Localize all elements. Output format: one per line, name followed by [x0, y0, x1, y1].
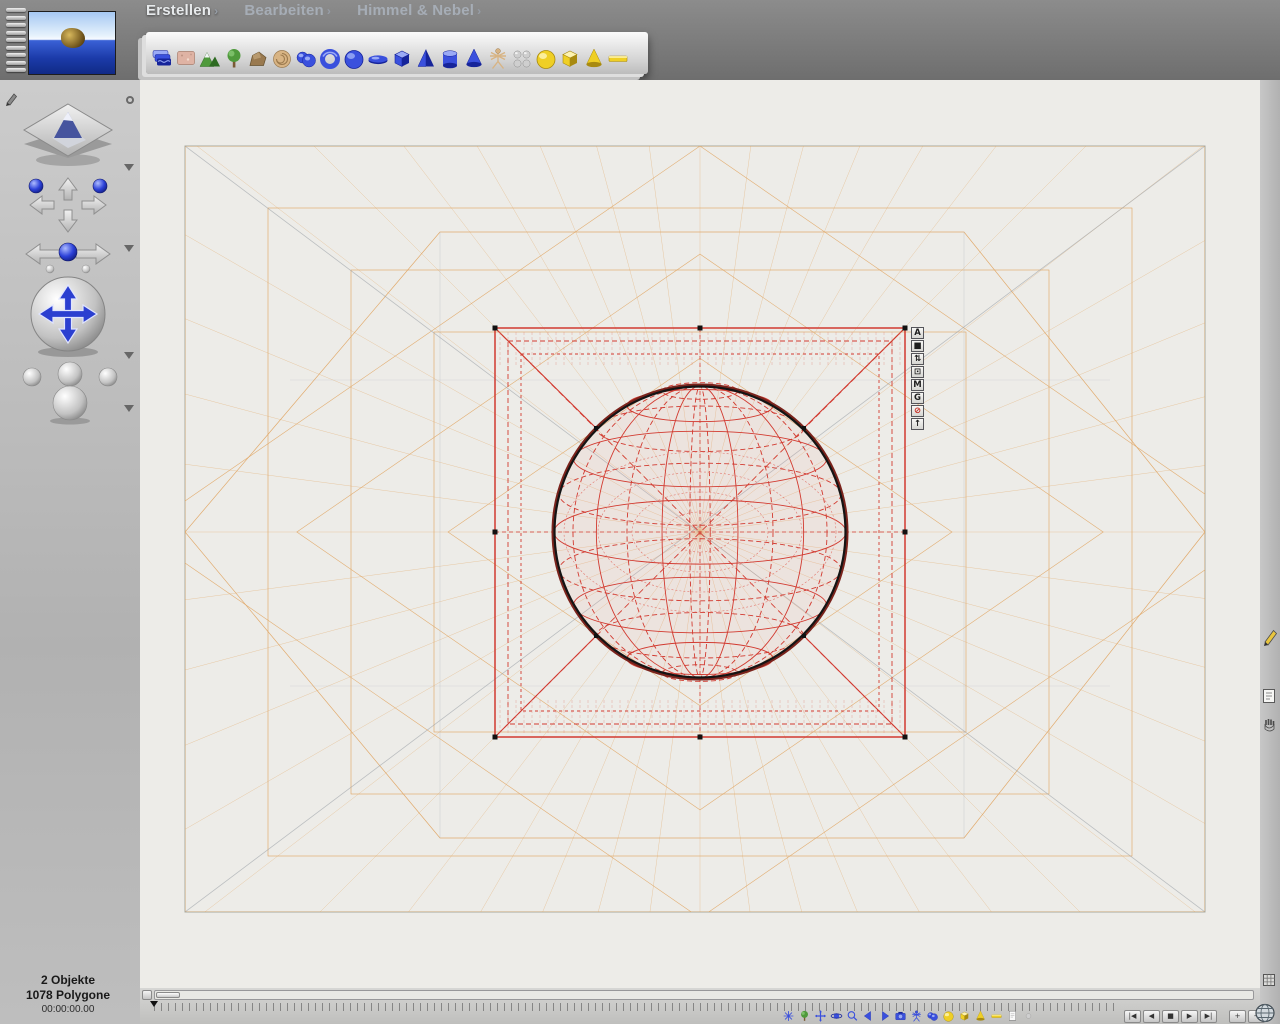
terrain-control[interactable] [22, 96, 114, 168]
camera-zoom-icon[interactable] [846, 1009, 859, 1023]
terrain-icon[interactable] [198, 45, 222, 72]
nano-preview-icon[interactable] [782, 1009, 795, 1023]
first-frame-button[interactable]: |◀ [1124, 1010, 1141, 1023]
flat-light-icon[interactable] [990, 1009, 1003, 1023]
menu-arrow-icon: › [214, 4, 219, 18]
left-sidebar: 2 Objekte 1078 Polygone 00:00:00.00 [0, 80, 140, 1024]
camera-orbit-icon[interactable] [830, 1009, 843, 1023]
view-toggle-dot[interactable] [126, 96, 134, 104]
light-cluster-icon[interactable] [510, 45, 534, 72]
edit-pencil-icon[interactable] [1262, 628, 1278, 646]
menu-erstellen[interactable]: Erstellen › [146, 2, 218, 19]
camera-icon[interactable] [894, 1009, 907, 1023]
scene-preview[interactable] [28, 11, 116, 75]
metaball-mode-icon[interactable] [926, 1009, 939, 1023]
chevron-down-icon[interactable] [124, 352, 134, 359]
menu-bearbeiten[interactable]: Bearbeiten › [244, 2, 331, 19]
pan-hand-icon[interactable] [1262, 716, 1277, 732]
viewport[interactable] [140, 80, 1260, 988]
edit-mode-icon[interactable] [5, 92, 18, 106]
sphere-size-control[interactable] [10, 361, 130, 425]
render-preview-icon[interactable] [1006, 1009, 1019, 1023]
sphere-icon[interactable] [342, 45, 366, 72]
menu-arrow-icon: › [326, 4, 332, 18]
pyramid-icon[interactable] [414, 45, 438, 72]
cube-light-icon[interactable] [958, 1009, 971, 1023]
menu-label: Bearbeiten [244, 2, 324, 19]
previous-frame-button[interactable]: ◀ [1143, 1010, 1160, 1023]
menu-arrow-icon: › [477, 4, 482, 18]
globe-icon[interactable] [1254, 1003, 1276, 1023]
stone-icon[interactable] [174, 45, 198, 72]
stop-button[interactable]: ■ [1162, 1010, 1179, 1023]
cube-icon[interactable] [390, 45, 414, 72]
add-keyframe-button[interactable]: + [1229, 1010, 1246, 1023]
torus-icon[interactable] [318, 45, 342, 72]
origin-button[interactable]: ⊡ [911, 366, 924, 378]
water-icon[interactable] [150, 45, 174, 72]
chevron-down-icon[interactable] [124, 164, 134, 171]
object-control-palette: A ■ ⇅ ⊡ M G ⊘ ↑ [911, 327, 926, 430]
figure-icon[interactable] [486, 45, 510, 72]
parent-button[interactable]: ↑ [911, 418, 924, 430]
polygon-count: 1078 Polygone [25, 988, 111, 1002]
scroll-nub[interactable] [142, 990, 152, 1000]
shell-icon[interactable] [270, 45, 294, 72]
chevron-down-icon[interactable] [124, 405, 134, 412]
pan-arrows-control[interactable] [22, 232, 114, 276]
tree-icon[interactable] [222, 45, 246, 72]
cylinder-icon[interactable] [438, 45, 462, 72]
timecode: 00:00:00.00 [41, 1004, 95, 1015]
attributes-button[interactable]: A [911, 327, 924, 339]
last-frame-button[interactable]: ▶| [1200, 1010, 1217, 1023]
preview-object [61, 28, 85, 48]
right-tool-strip [1260, 80, 1280, 1024]
negative-button[interactable]: ⊘ [911, 405, 924, 417]
material-button[interactable]: M [911, 379, 924, 391]
view-right-icon[interactable] [878, 1009, 891, 1023]
radial-light-icon[interactable] [534, 45, 558, 72]
camera-pan-icon[interactable] [814, 1009, 827, 1023]
menu-himmel-nebel[interactable]: Himmel & Nebel › [357, 2, 481, 19]
object-count: 2 Objekte [40, 973, 96, 987]
menu-bar: Erstellen › Bearbeiten › Himmel & Nebel › [146, 2, 481, 19]
wireframe-scene [184, 145, 1206, 913]
scrollbar-handle[interactable] [156, 992, 180, 998]
logo-grip[interactable] [6, 7, 26, 73]
horizontal-scrollbar[interactable] [154, 990, 1254, 1000]
move-arrows-control[interactable] [22, 176, 114, 234]
document-icon[interactable] [1262, 688, 1276, 704]
texture-grid-icon[interactable] [1262, 973, 1276, 987]
figure-mode-icon[interactable] [910, 1009, 923, 1023]
solo-button[interactable]: ■ [911, 340, 924, 352]
link-button[interactable]: ⇅ [911, 353, 924, 365]
top-bar: Erstellen › Bearbeiten › Himmel & Nebel › [0, 0, 1280, 80]
menu-label: Erstellen [146, 2, 212, 19]
tree-view-icon[interactable] [798, 1009, 811, 1023]
rock-icon[interactable] [246, 45, 270, 72]
cone-icon[interactable] [462, 45, 486, 72]
parallel-light-icon[interactable] [606, 45, 630, 72]
cone-light-icon[interactable] [582, 45, 606, 72]
group-button[interactable]: G [911, 392, 924, 404]
trackball-control[interactable] [26, 274, 110, 358]
metaball-icon[interactable] [294, 45, 318, 72]
chevron-down-icon[interactable] [124, 245, 134, 252]
timeline-marker-icon[interactable] [150, 1001, 158, 1007]
create-toolbar [146, 32, 648, 74]
bottom-bar: |◀ ◀ ■ ▶ ▶| + − [140, 988, 1265, 1024]
transport-controls: |◀ ◀ ■ ▶ ▶| + − [1124, 1010, 1265, 1023]
create-icons [150, 45, 630, 72]
play-button[interactable]: ▶ [1181, 1010, 1198, 1023]
sphere-light-icon[interactable] [942, 1009, 955, 1023]
view-left-icon[interactable] [862, 1009, 875, 1023]
status-readout: 2 Objekte 1078 Polygone 00:00:00.00 [0, 973, 136, 1016]
cone-light-icon[interactable] [974, 1009, 987, 1023]
menu-label: Himmel & Nebel [357, 2, 475, 19]
animation-toolbar [782, 1009, 1035, 1023]
memory-icon[interactable] [1022, 1009, 1035, 1023]
cube-light-icon[interactable] [558, 45, 582, 72]
disc-icon[interactable] [366, 45, 390, 72]
